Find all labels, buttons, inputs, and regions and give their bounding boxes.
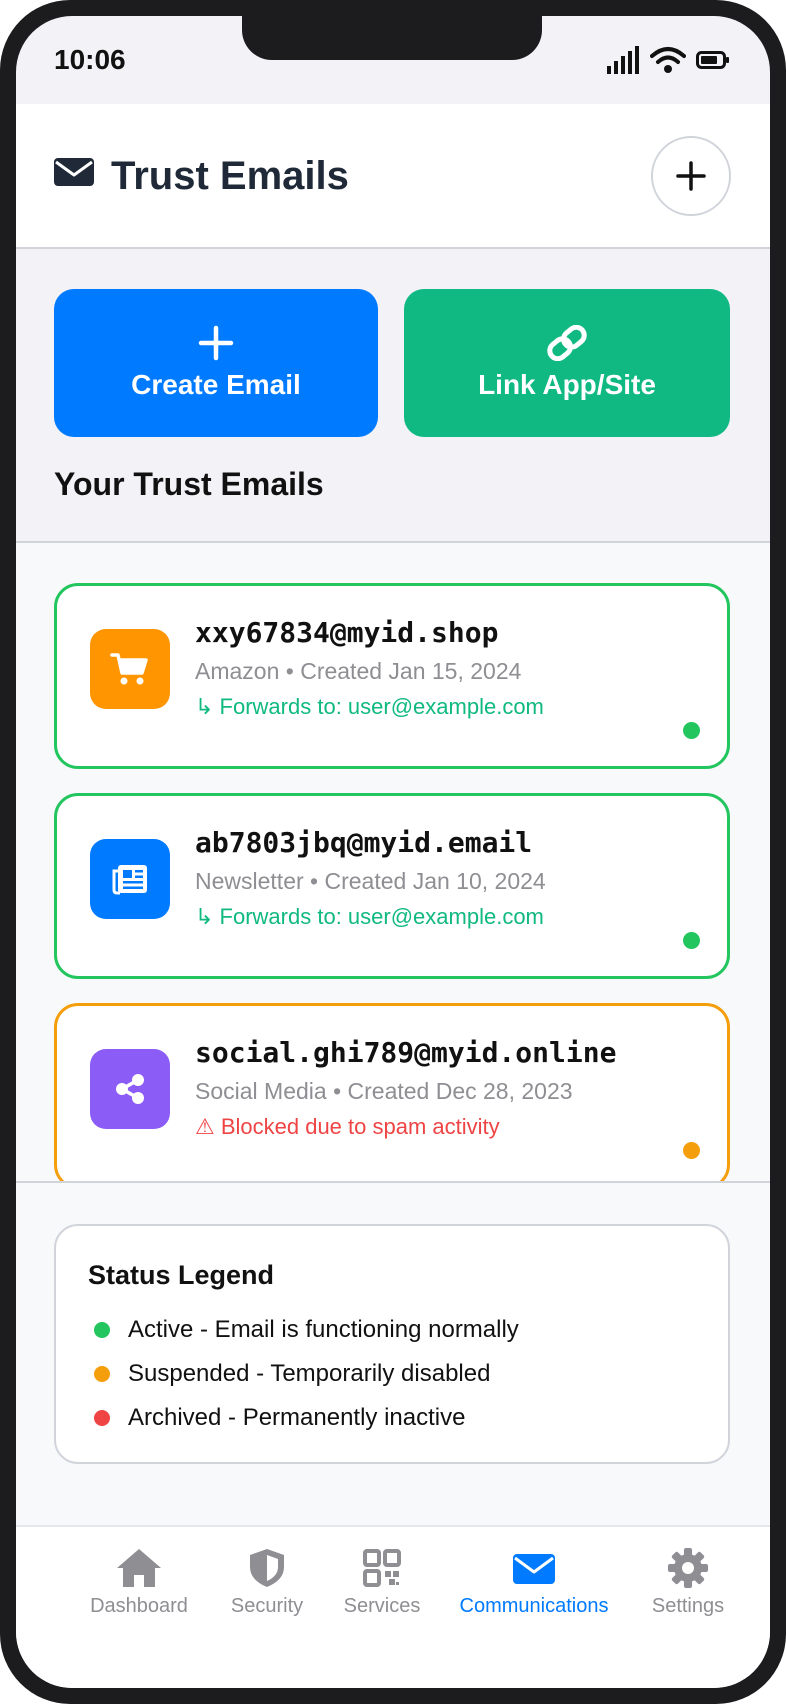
legend-label: Active - Email is functioning normally [128,1316,519,1343]
email-forwarding: ↳ Forwards to: user@example.com [195,694,544,719]
legend-item-active: Active - Email is functioning normally [94,1316,519,1344]
legend-title: Status Legend [88,1260,275,1290]
legend-item-suspended: Suspended - Temporarily disabled [94,1360,490,1388]
status-time: 10:06 [54,44,126,75]
actions-section: Create Email Link App/Site Your Trust Em… [16,249,770,543]
tab-bar: Dashboard Security Services Communicatio… [16,1525,770,1688]
status-dot [94,1366,110,1382]
tab-label: Dashboard [90,1595,188,1617]
shopping-cart-icon [90,629,170,709]
email-blocked-warning: ⚠ Blocked due to spam activity [195,1114,500,1139]
plus-icon [198,325,234,361]
link-app-button[interactable]: Link App/Site [404,289,730,437]
email-card[interactable]: social.ghi789@myid.online Social Media •… [54,1003,730,1181]
signal-icon [607,46,639,74]
status-dot [683,932,700,949]
legend-label: Archived - Permanently inactive [128,1404,466,1431]
plus-icon [676,161,706,191]
status-dot [683,722,700,739]
page-title: Trust Emails [111,154,349,198]
email-address: social.ghi789@myid.online [195,1036,617,1069]
trust-email-list[interactable]: xxy67834@myid.shop Amazon • Created Jan … [16,543,770,1183]
email-meta: Social Media • Created Dec 28, 2023 [195,1078,573,1104]
screen: 10:06 Trust Emails Create Email Link App… [16,16,770,1688]
newspaper-icon [90,839,170,919]
battery-icon [696,51,729,69]
legend-item-archived: Archived - Permanently inactive [94,1404,465,1432]
notch [242,16,542,60]
tab-communications[interactable]: Communications [437,1547,631,1618]
tab-label: Security [230,1595,304,1617]
status-dot [94,1322,110,1338]
email-card[interactable]: xxy67834@myid.shop Amazon • Created Jan … [54,583,730,769]
envelope-icon [54,156,94,193]
tab-dashboard[interactable]: Dashboard [71,1547,207,1618]
app-header: Trust Emails [16,104,770,249]
qr-code-icon [363,1549,401,1587]
email-meta: Amazon • Created Jan 15, 2024 [195,658,522,684]
email-address: xxy67834@myid.shop [195,616,499,649]
shield-icon [250,1549,284,1587]
phone-frame: 10:06 Trust Emails Create Email Link App… [0,0,786,1704]
gear-icon [668,1548,708,1588]
wifi-icon [650,47,686,73]
home-icon [117,1549,161,1587]
tab-label: Services [343,1595,421,1617]
section-title: Your Trust Emails [54,466,324,502]
email-address: ab7803jbq@myid.email [195,826,533,859]
tab-label: Settings [651,1595,725,1617]
email-card[interactable]: ab7803jbq@myid.email Newsletter • Create… [54,793,730,979]
tab-security[interactable]: Security [207,1547,327,1618]
legend-label: Suspended - Temporarily disabled [128,1360,491,1387]
create-email-button[interactable]: Create Email [54,289,378,437]
legend-section: Status Legend Active - Email is function… [16,1183,770,1541]
link-icon [547,325,587,361]
tab-label: Communications [459,1595,609,1617]
envelope-icon [513,1554,555,1584]
tab-settings[interactable]: Settings [631,1547,745,1618]
link-app-label: Link App/Site [478,369,656,400]
share-icon [90,1049,170,1129]
create-email-label: Create Email [131,369,301,400]
add-email-button[interactable] [651,136,731,216]
status-dot [94,1410,110,1426]
status-icons [606,46,730,74]
email-meta: Newsletter • Created Jan 10, 2024 [195,868,546,894]
status-legend: Status Legend Active - Email is function… [54,1224,730,1464]
tab-services[interactable]: Services [327,1547,437,1618]
status-dot [683,1142,700,1159]
email-forwarding: ↳ Forwards to: user@example.com [195,904,544,929]
